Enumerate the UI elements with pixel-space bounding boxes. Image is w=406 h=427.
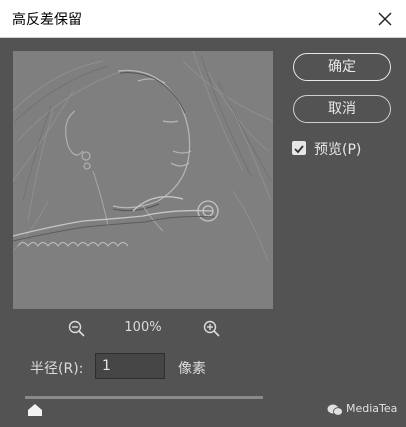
zoom-in-button[interactable] [202,319,222,339]
radius-input[interactable] [95,353,165,379]
title-bar: 高反差保留 [0,0,406,38]
wechat-icon [327,404,343,416]
slider-thumb-icon [28,404,42,416]
zoom-in-icon [203,320,220,337]
checkmark-icon [294,145,304,154]
close-icon [378,12,392,26]
radius-unit-label: 像素 [178,361,206,377]
radius-slider-thumb[interactable] [28,401,42,416]
close-button[interactable] [374,8,396,30]
watermark-text: MediaTea [346,402,398,415]
preview-label: 预览(P) [314,142,362,158]
dialog-title: 高反差保留 [12,12,82,28]
radius-label: 半径(R): [30,361,84,377]
filter-preview-image[interactable] [13,51,273,309]
high-pass-preview-graphic [13,51,273,309]
preview-checkbox[interactable] [292,141,306,155]
cancel-button[interactable]: 取消 [293,95,391,123]
ok-button[interactable]: 确定 [293,53,391,81]
zoom-controls: 100% [13,318,273,340]
zoom-out-button[interactable] [67,319,87,339]
zoom-out-icon [68,320,85,337]
radius-slider-track[interactable] [25,396,263,399]
preview-checkbox-option[interactable]: 预览(P) [292,139,392,158]
high-pass-dialog: 高反差保留 100% 半径(R): 1 像素 确定 取消 预览(P) Media… [0,0,406,427]
zoom-level: 100% [124,320,162,335]
